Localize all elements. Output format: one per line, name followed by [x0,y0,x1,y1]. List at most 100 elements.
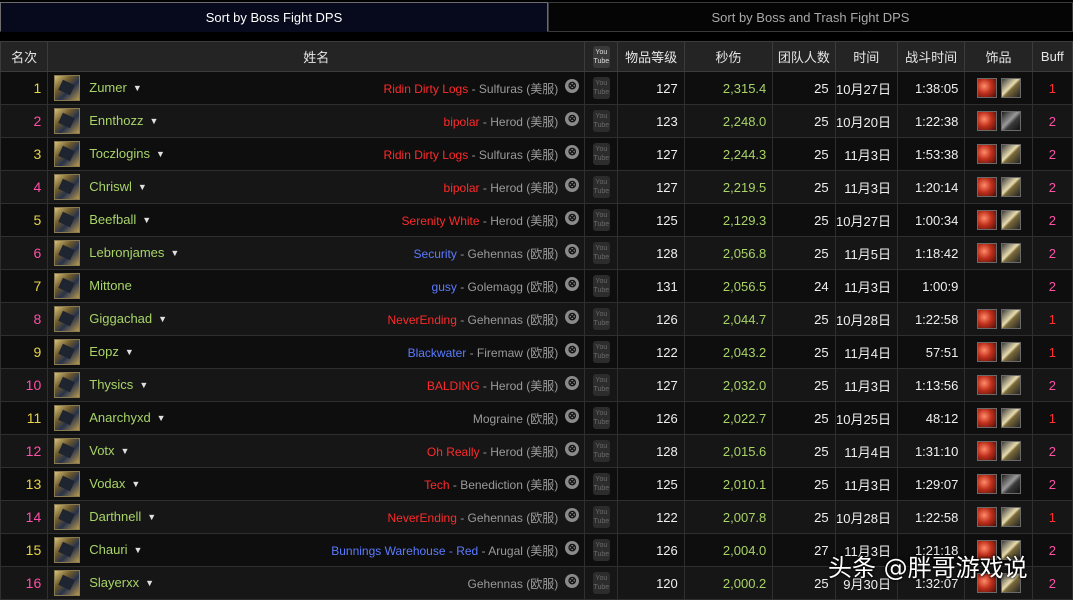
table-row[interactable]: 5 Beefball ▼ Serenity White - Herod (美服) ⊗ Yo… [0,203,1073,237]
trinket-icon[interactable] [1000,507,1021,527]
fire-trinket-icon[interactable] [976,342,997,362]
chevron-down-icon[interactable]: ▼ [138,182,147,192]
trinket-icon-dark[interactable] [1000,474,1021,494]
table-row[interactable]: 1 Zumer ▼ Ridin Dirty Logs - Sulfuras (美服) ⊗… [0,71,1073,105]
close-icon[interactable]: ⊗ [565,541,580,555]
table-row[interactable]: 3 Toczlogins ▼ Ridin Dirty Logs - Sulfuras … [0,137,1073,171]
trinket-icon[interactable] [1000,441,1021,461]
trinket-icon[interactable] [1000,375,1021,395]
trinket-icon[interactable] [1000,177,1021,197]
close-icon[interactable]: ⊗ [565,211,580,225]
youtube-icon[interactable]: You Tube [592,341,610,363]
youtube-icon[interactable]: You Tube [592,110,610,132]
guild-link[interactable]: gusy [432,280,457,294]
chevron-down-icon[interactable]: ▼ [125,347,134,357]
fire-trinket-icon[interactable] [976,441,997,461]
chevron-down-icon[interactable]: ▼ [156,149,165,159]
guild-link[interactable]: NeverEnding [388,313,457,327]
fire-trinket-icon[interactable] [976,474,997,494]
chevron-down-icon[interactable]: ▼ [142,215,151,225]
header-raid-size[interactable]: 团队人数 [772,41,836,72]
youtube-icon[interactable]: You Tube [592,407,610,429]
player-name[interactable]: Ennthozz ▼ [89,113,158,128]
chevron-down-icon[interactable]: ▼ [170,248,179,258]
fire-trinket-icon[interactable] [976,375,997,395]
chevron-down-icon[interactable]: ▼ [139,380,148,390]
table-row[interactable]: 6 Lebronjames ▼ Security - Gehennas (欧服) ⊗ Yo… [0,236,1073,270]
trinket-icon[interactable] [1000,210,1021,230]
table-row[interactable]: 2 Ennthozz ▼ bipolar - Herod (美服) ⊗ You Tube 12… [0,104,1073,138]
player-name[interactable]: Darthnell ▼ [89,509,156,524]
close-icon[interactable]: ⊗ [565,178,580,192]
player-name[interactable]: Giggachad ▼ [89,311,167,326]
tab-boss-and-trash-dps[interactable]: Sort by Boss and Trash Fight DPS [548,2,1073,32]
player-name[interactable]: Vodax ▼ [89,476,140,491]
player-name[interactable]: Chauri ▼ [89,542,142,557]
fire-trinket-icon[interactable] [976,309,997,329]
chevron-down-icon[interactable]: ▼ [133,83,142,93]
tab-boss-fight-dps[interactable]: Sort by Boss Fight DPS [0,2,548,32]
chevron-down-icon[interactable]: ▼ [131,479,140,489]
close-icon[interactable]: ⊗ [565,343,580,357]
youtube-icon[interactable]: You Tube [592,176,610,198]
youtube-icon[interactable]: You Tube [592,539,610,561]
table-row[interactable]: 4 Chriswl ▼ bipolar - Herod (美服) ⊗ You Tube 127… [0,170,1073,204]
youtube-icon[interactable]: You Tube [592,308,610,330]
player-name[interactable]: Mittone [89,278,132,293]
chevron-down-icon[interactable]: ▼ [121,446,130,456]
youtube-icon[interactable]: You Tube [592,275,610,297]
player-name[interactable]: Votx ▼ [89,443,129,458]
youtube-icon[interactable]: You Tube [592,473,610,495]
close-icon[interactable]: ⊗ [565,409,580,423]
chevron-down-icon[interactable]: ▼ [145,578,154,588]
guild-link[interactable]: Blackwater [408,346,467,360]
chevron-down-icon[interactable]: ▼ [157,413,166,423]
guild-link[interactable]: NeverEnding [388,511,457,525]
player-name[interactable]: Beefball ▼ [89,212,151,227]
table-row[interactable]: 10 Thysics ▼ BALDING - Herod (美服) ⊗ You Tube 12… [0,368,1073,402]
fire-trinket-icon[interactable] [976,408,997,428]
fire-trinket-icon[interactable] [976,243,997,263]
close-icon[interactable]: ⊗ [565,574,580,588]
player-name[interactable]: Eopz ▼ [89,344,134,359]
header-time[interactable]: 时间 [834,41,898,72]
youtube-icon[interactable]: You Tube [592,440,610,462]
fire-trinket-icon[interactable] [976,210,997,230]
youtube-icon[interactable]: You Tube [592,242,610,264]
fire-trinket-icon[interactable] [976,144,997,164]
guild-link[interactable]: Tech [424,478,449,492]
header-rank[interactable]: 名次 [0,41,49,72]
fire-trinket-icon[interactable] [976,507,997,527]
header-duration[interactable]: 战斗时间 [896,41,966,72]
player-name[interactable]: Thysics ▼ [89,377,148,392]
table-row[interactable]: 9 Eopz ▼ Blackwater - Firemaw (欧服) ⊗ You Tube 1… [0,335,1073,369]
player-name[interactable]: Zumer ▼ [89,80,141,95]
close-icon[interactable]: ⊗ [565,442,580,456]
close-icon[interactable]: ⊗ [565,112,580,126]
table-row[interactable]: 11 Anarchyxd ▼ Mograine (欧服) ⊗ You Tube 126 2,02… [0,401,1073,435]
trinket-icon[interactable] [1000,309,1021,329]
trinket-icon[interactable] [1000,144,1021,164]
header-dps[interactable]: 秒伤 [683,41,774,72]
guild-link[interactable]: bipolar [444,181,480,195]
youtube-icon[interactable]: You Tube [592,572,610,594]
close-icon[interactable]: ⊗ [565,376,580,390]
youtube-icon[interactable]: You Tube [592,77,610,99]
chevron-down-icon[interactable]: ▼ [134,545,143,555]
chevron-down-icon[interactable]: ▼ [158,314,167,324]
guild-link[interactable]: Oh Really [427,445,480,459]
fire-trinket-icon[interactable] [976,177,997,197]
table-row[interactable]: 7 Mittone gusy - Golemagg (欧服) ⊗ You Tube 131 2… [0,269,1073,303]
player-name[interactable]: Chriswl ▼ [89,179,147,194]
close-icon[interactable]: ⊗ [565,79,580,93]
guild-link[interactable]: Ridin Dirty Logs [384,82,469,96]
player-name[interactable]: Lebronjames ▼ [89,245,179,260]
guild-link[interactable]: Serenity White [402,214,480,228]
close-icon[interactable]: ⊗ [565,475,580,489]
guild-link[interactable]: BALDING [427,379,480,393]
player-name[interactable]: Slayerxx ▼ [89,575,154,590]
trinket-icon-dark[interactable] [1000,111,1021,131]
guild-link[interactable]: Security [414,247,457,261]
close-icon[interactable]: ⊗ [565,244,580,258]
trinket-icon[interactable] [1000,78,1021,98]
